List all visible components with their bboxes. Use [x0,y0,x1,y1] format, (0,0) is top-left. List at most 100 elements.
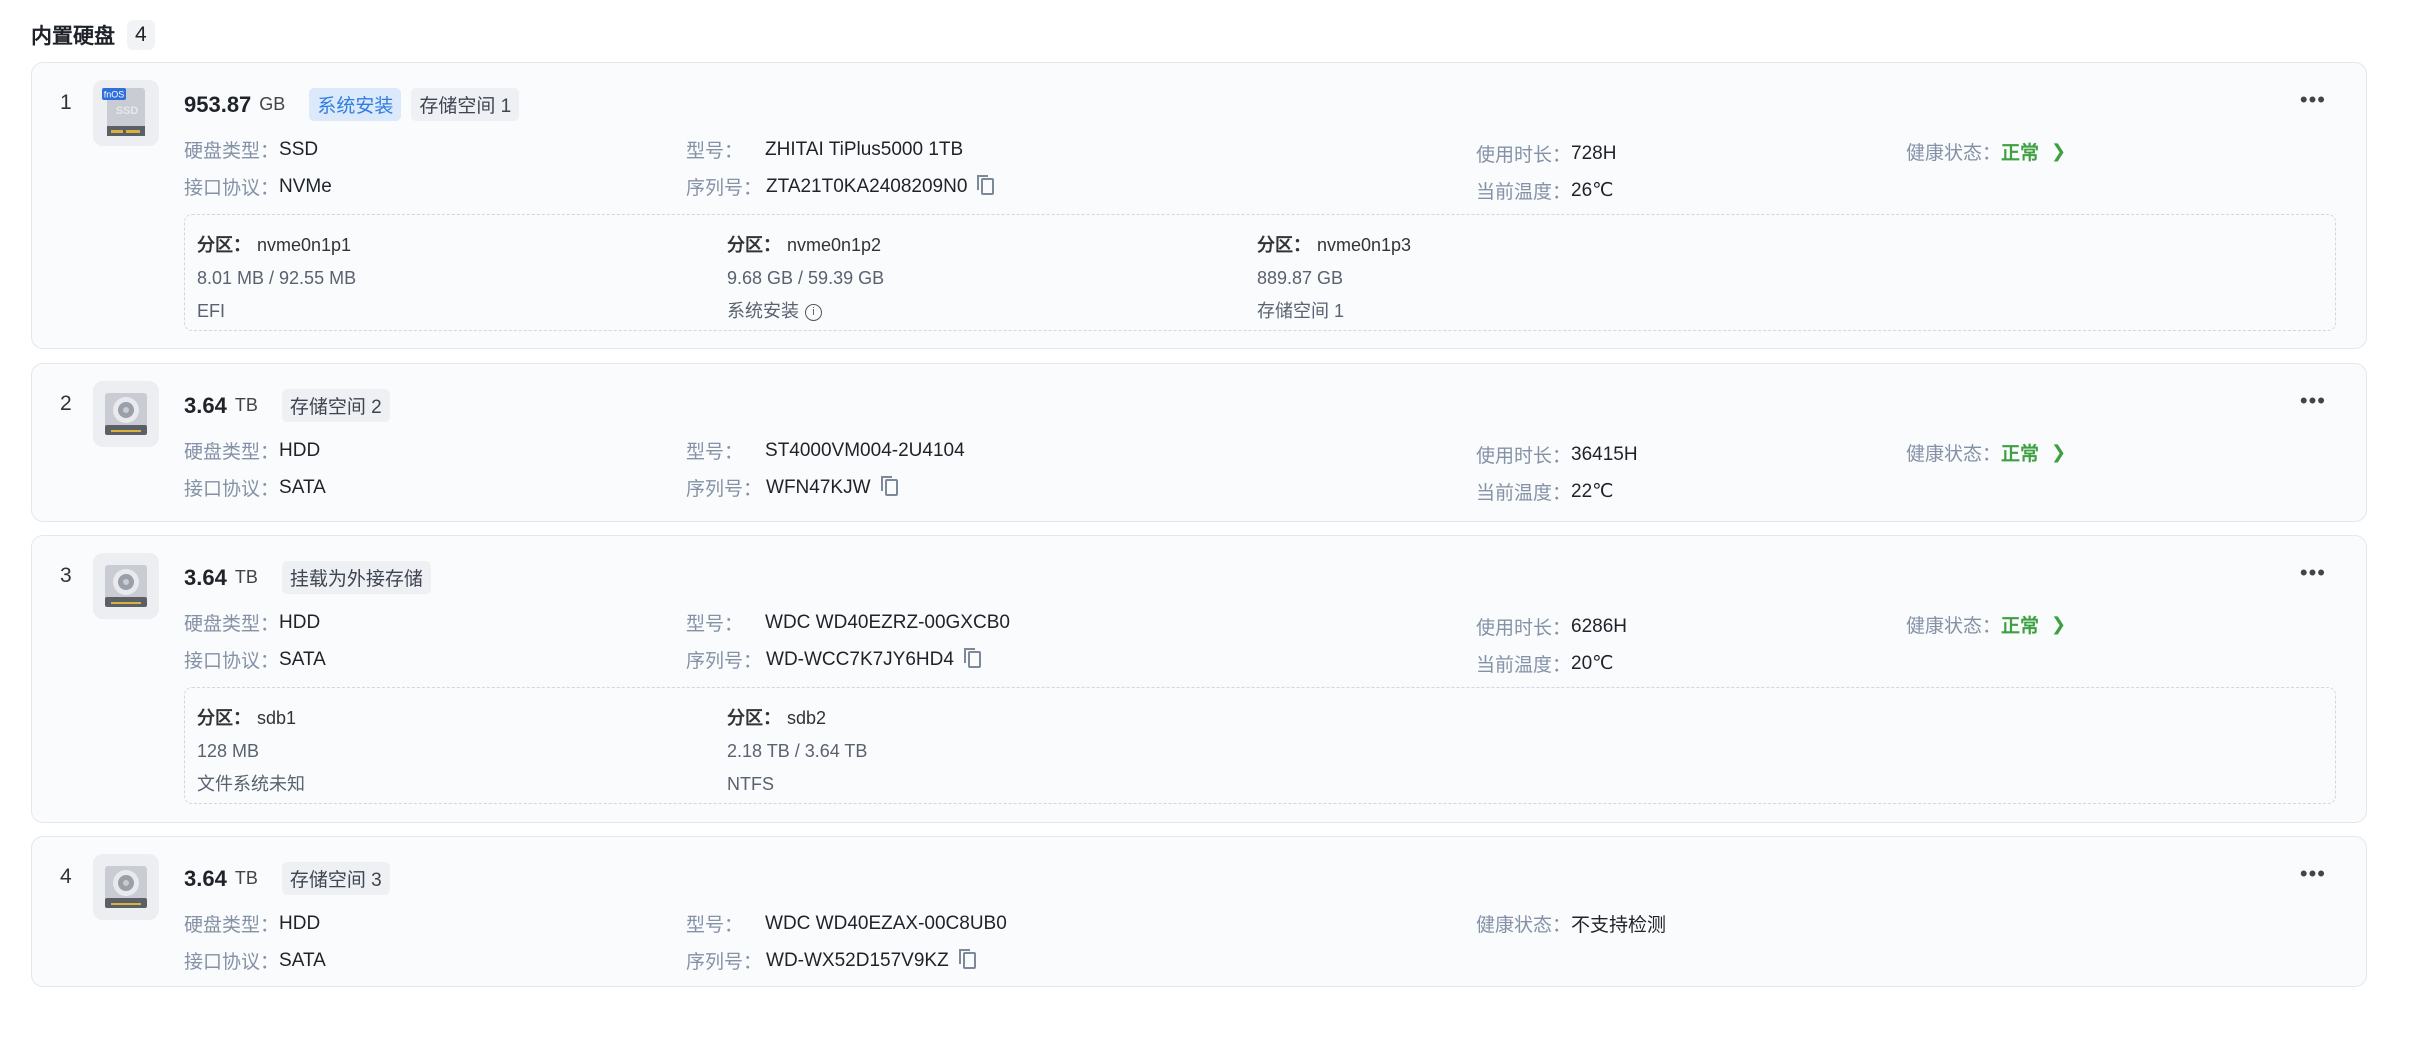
health-status[interactable]: 健康状态： 正常 ❯ [1906,439,2066,466]
partition-usage: 9.68 GB / 59.39 GB [727,268,885,288]
chevron-right-icon[interactable]: ❯ [2051,141,2066,162]
partition-name: sdb2 [787,708,827,728]
disk-card: 3 ••• 3.64 TB 挂载为外接存储 硬盘类型： HDD 型号： WDC WD4… [31,535,2367,823]
disk-info-row: 接口协议： SATA 序列号： WFN47KJW 当前温度： 22℃ [184,474,2366,504]
section-title: 内置硬盘 [31,25,115,48]
hours-label: 使用时长： [1476,618,1572,639]
disk-card: 1 fnOS SSD ••• 953.87 GB 系统安装 存储空间 1 硬盘类型： S… [31,62,2367,349]
chevron-right-icon[interactable]: ❯ [2051,442,2066,463]
model-label: 型号： [686,915,744,936]
disk-model: ZHITAI TiPlus5000 1TB [765,138,964,160]
disk-serial: WFN47KJW [766,476,871,498]
temperature: 26℃ [1571,180,1614,201]
health-value: 正常 [2001,444,2040,465]
power-on-hours: 36415H [1571,443,1638,465]
disk-model: WDC WD40EZRZ-00GXCB0 [765,611,1010,633]
temp-label: 当前温度： [1476,182,1572,203]
ssd-icon: fnOS SSD [93,80,159,146]
health-value: 不支持检测 [1571,915,1667,936]
disk-size: 953.87 [184,91,252,117]
disk-type: HDD [279,611,321,633]
disk-type: HDD [279,912,321,934]
disk-card: 4 ••• 3.64 TB 存储空间 3 硬盘类型： HDD 型号： WDC WD40… [31,836,2367,987]
disk-tag: 存储空间 3 [281,862,390,895]
partition-fs: 系统安装 [727,301,799,321]
disk-info-row: 硬盘类型： HDD 型号： WDC WD40EZRZ-00GXCB0 使用时长： 62… [184,609,2366,640]
copy-icon[interactable] [958,949,976,969]
type-label: 硬盘类型： [184,141,280,162]
copy-icon[interactable] [977,175,995,195]
power-on-hours: 728H [1571,142,1617,164]
copy-icon[interactable] [963,648,981,668]
partition-box: 分区： nvme0n1p1 8.01 MB / 92.55 MB EFI 分区： n… [184,214,2336,331]
hdd-icon [93,553,159,619]
health-status[interactable]: 健康状态： 正常 ❯ [1906,611,2066,638]
disk-protocol: SATA [279,648,326,670]
serial-label: 序列号： [686,651,763,672]
chevron-right-icon[interactable]: ❯ [2051,614,2066,635]
health-status[interactable]: 健康状态： 正常 ❯ [1906,138,2066,165]
disk-index: 4 [60,865,72,888]
power-on-hours: 6286H [1571,615,1628,637]
disk-info-row: 接口协议： SATA 序列号： WD-WX52D157V9KZ [184,947,2366,975]
partition-fs: 文件系统未知 [197,774,305,794]
more-options-button[interactable]: ••• [2300,861,2326,887]
disk-title: 3.64 TB 存储空间 2 [184,389,390,422]
type-label: 硬盘类型： [184,614,280,635]
partition-item: 分区： sdb1 128 MB 文件系统未知 [197,702,305,801]
model-label: 型号： [686,442,744,463]
disk-protocol: NVMe [279,175,332,197]
partition-box: 分区： sdb1 128 MB 文件系统未知 分区： sdb2 2.18 TB / … [184,687,2336,804]
temp-label: 当前温度： [1476,483,1572,504]
disk-serial: WD-WCC7K7JY6HD4 [766,648,954,670]
disk-count-badge: 4 [127,20,155,50]
hdd-icon [93,381,159,447]
partition-item: 分区： sdb2 2.18 TB / 3.64 TB NTFS [727,702,867,801]
disk-size: 3.64 [184,392,227,418]
model-label: 型号： [686,614,744,635]
more-options-button[interactable]: ••• [2300,560,2326,586]
disk-tag: 存储空间 1 [411,88,520,121]
disk-title: 3.64 TB 存储空间 3 [184,862,390,895]
partition-fs: 存储空间 1 [1257,301,1345,321]
disk-protocol: SATA [279,476,326,498]
hdd-icon [93,854,159,920]
partition-item: 分区： nvme0n1p1 8.01 MB / 92.55 MB EFI [197,229,356,328]
disk-type: SSD [279,138,319,160]
copy-icon[interactable] [880,476,898,496]
disk-size-unit: TB [234,395,258,415]
disk-info-row: 硬盘类型： HDD 型号： ST4000VM004-2U4104 使用时长： 3641… [184,437,2366,468]
partition-usage: 8.01 MB / 92.55 MB [197,268,357,288]
partition-usage: 128 MB [197,741,260,761]
partition-name: nvme0n1p3 [1317,235,1412,255]
type-label: 硬盘类型： [184,442,280,463]
partition-item: 分区： nvme0n1p3 889.87 GB 存储空间 1 [1257,229,1411,328]
partition-name: nvme0n1p1 [257,235,352,255]
hours-label: 使用时长： [1476,145,1572,166]
partition-label: 分区： [1257,235,1311,255]
partition-name: sdb1 [257,708,297,728]
partition-fs: EFI [197,301,226,321]
model-label: 型号： [686,141,744,162]
disk-size-unit: TB [234,868,258,888]
svg-text:SSD: SSD [116,105,139,117]
more-options-button[interactable]: ••• [2300,87,2326,113]
disk-tag: 系统安装 [309,88,402,121]
temperature: 20℃ [1571,653,1614,674]
more-options-button[interactable]: ••• [2300,388,2326,414]
disk-index: 2 [60,392,72,415]
health-label: 健康状态： [1906,444,2002,465]
partition-usage: 2.18 TB / 3.64 TB [727,741,868,761]
disk-protocol: SATA [279,949,326,971]
partition-label: 分区： [197,708,251,728]
protocol-label: 接口协议： [184,178,280,199]
protocol-label: 接口协议： [184,479,280,500]
health-label: 健康状态： [1906,143,2002,164]
disk-tag: 挂载为外接存储 [281,561,431,594]
partition-name: nvme0n1p2 [787,235,882,255]
disk-serial: WD-WX52D157V9KZ [766,949,949,971]
health-value: 正常 [2001,616,2040,637]
info-icon[interactable]: i [805,303,822,321]
serial-label: 序列号： [686,479,763,500]
disk-index: 3 [60,564,72,587]
